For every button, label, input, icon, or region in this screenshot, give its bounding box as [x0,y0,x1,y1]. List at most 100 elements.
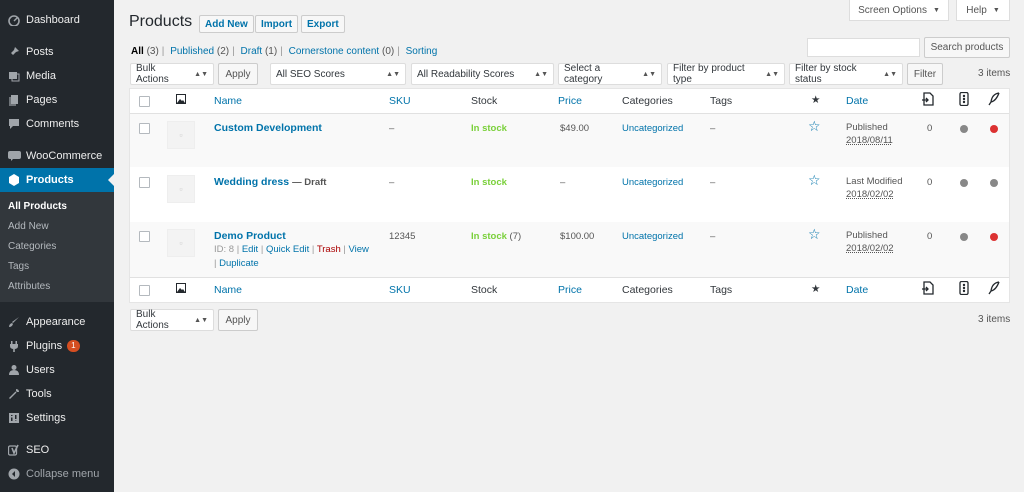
filter-draft[interactable]: Draft [241,46,263,57]
row-checkbox[interactable] [139,231,150,242]
date-value: 2018/02/02 [846,243,894,254]
product-thumbnail[interactable]: ▫ [167,229,195,257]
menu-tools[interactable]: Tools [0,382,114,406]
menu-plugins[interactable]: Plugins 1 [0,334,114,358]
menu-woocommerce[interactable]: WooCommerce [0,144,114,168]
page-title: Products [129,13,193,30]
trash-link[interactable]: Trash [317,244,341,255]
link-count: 0 [927,177,933,188]
menu-comments[interactable]: Comments [0,112,114,136]
column-categories: Categories [622,95,673,107]
row-checkbox[interactable] [139,177,150,188]
product-name-link[interactable]: Custom Development [214,122,322,134]
updown-icon: ▲▼ [534,70,548,78]
seo-score-dot [990,233,998,241]
screen-options-button[interactable]: Screen Options ▼ [849,0,949,21]
readability-score-dot [960,125,968,133]
featured-star-outline-icon[interactable]: ☆ [808,226,821,243]
column-sku[interactable]: SKU [389,95,411,107]
seo-feather-icon[interactable] [988,281,1000,298]
menu-products[interactable]: Products [0,168,114,192]
plugins-update-badge: 1 [67,340,80,352]
featured-star-icon[interactable]: ★ [811,94,820,106]
column-sku-footer[interactable]: SKU [389,284,411,296]
filter-published[interactable]: Published [170,46,214,57]
category-link[interactable]: Uncategorized [622,231,683,242]
menu-settings[interactable]: Settings [0,406,114,430]
plug-icon [7,339,21,353]
featured-star-outline-icon[interactable]: ☆ [808,172,821,189]
product-thumbnail[interactable]: ▫ [167,175,195,203]
readability-score-dot [960,233,968,241]
menu-media[interactable]: Media [0,64,114,88]
category-select[interactable]: Select a category ▲▼ [558,63,662,85]
edit-link[interactable]: Edit [242,244,258,255]
stock-status-select[interactable]: Filter by stock status ▲▼ [789,63,903,85]
product-type-select[interactable]: Filter by product type ▲▼ [667,63,785,85]
filter-sorting[interactable]: Sorting [406,46,438,57]
submenu-tags[interactable]: Tags [0,256,114,276]
row-actions: ID: 8 | Edit | Quick Edit | Trash | View… [214,244,369,269]
outgoing-links-icon[interactable] [921,92,935,109]
sku-value: – [389,123,395,134]
import-button[interactable]: Import [255,15,299,33]
search-input[interactable] [807,38,920,57]
product-name-link[interactable]: Demo Product [214,230,286,242]
featured-star-outline-icon[interactable]: ☆ [808,118,821,135]
product-name-link[interactable]: Wedding dress [214,176,289,188]
select-all-checkbox-bottom[interactable] [139,285,150,296]
add-new-button[interactable]: Add New [199,15,254,33]
filter-cornerstone[interactable]: Cornerstone content [289,46,380,57]
filter-button[interactable]: Filter [907,63,943,85]
date-status: Last Modified [846,176,903,187]
readability-select[interactable]: All Readability Scores ▲▼ [411,63,554,85]
quick-edit-link[interactable]: Quick Edit [266,244,309,255]
menu-label: Dashboard [26,14,80,26]
select-all-checkbox[interactable] [139,96,150,107]
submenu-categories[interactable]: Categories [0,236,114,256]
featured-star-icon[interactable]: ★ [811,283,820,295]
category-link[interactable]: Uncategorized [622,177,683,188]
bulk-actions-select-top[interactable]: Bulk Actions ▲▼ [130,63,214,85]
column-price-footer[interactable]: Price [558,284,582,296]
view-link[interactable]: View [349,244,369,255]
menu-label: WooCommerce [26,150,103,162]
menu-collapse[interactable]: Collapse menu [0,462,114,486]
apply-button-bottom[interactable]: Apply [218,309,258,331]
row-checkbox[interactable] [139,123,150,134]
readability-traffic-light-icon[interactable] [959,91,969,109]
products-icon [7,173,21,187]
submenu-attributes[interactable]: Attributes [0,276,114,296]
bulk-actions-select-bottom[interactable]: Bulk Actions ▲▼ [130,309,214,331]
menu-pages[interactable]: Pages [0,88,114,112]
column-name[interactable]: Name [214,95,242,107]
column-date[interactable]: Date [846,95,868,107]
column-date-footer[interactable]: Date [846,284,868,296]
menu-appearance[interactable]: Appearance [0,310,114,334]
readability-score-dot [960,179,968,187]
menu-label: Pages [26,94,58,106]
date-cell: Published 2018/02/02 [846,229,894,255]
column-price[interactable]: Price [558,95,582,107]
readability-traffic-light-icon[interactable] [959,280,969,298]
product-thumbnail[interactable]: ▫ [167,121,195,149]
menu-users[interactable]: Users [0,358,114,382]
search-products-button[interactable]: Search products [924,37,1010,58]
menu-seo[interactable]: SEO [0,438,114,462]
menu-posts[interactable]: Posts [0,40,114,64]
category-link[interactable]: Uncategorized [622,123,683,134]
submenu-all-products[interactable]: All Products [0,196,114,216]
filter-all[interactable]: All [131,46,144,57]
export-button[interactable]: Export [301,15,345,33]
help-button[interactable]: Help ▼ [956,0,1010,21]
apply-button-top[interactable]: Apply [218,63,258,85]
seo-feather-icon[interactable] [988,92,1000,109]
comment-icon [7,117,21,131]
duplicate-link[interactable]: Duplicate [219,258,259,269]
menu-dashboard[interactable]: Dashboard [0,8,114,32]
submenu-add-new[interactable]: Add New [0,216,114,236]
paintbrush-icon [7,315,21,329]
seo-scores-select[interactable]: All SEO Scores ▲▼ [270,63,406,85]
outgoing-links-icon[interactable] [921,281,935,298]
column-name-footer[interactable]: Name [214,284,242,296]
